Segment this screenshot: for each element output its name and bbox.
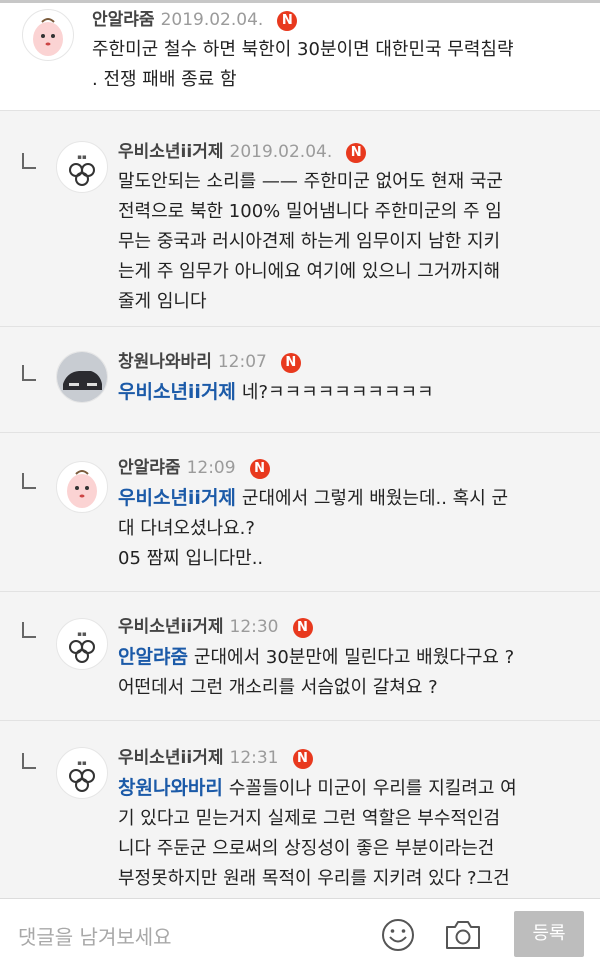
comment-meta: 안알랴줌 12:09 N: [118, 457, 270, 479]
comment-nickname[interactable]: 우비소년ii거제: [118, 142, 224, 162]
avatar[interactable]: [22, 9, 74, 61]
avatar[interactable]: ▪▪: [56, 747, 108, 799]
comment-text: 주한미군 철수 하면 북한이 30분이면 대한민국 무력침략 . 전쟁 패배 종…: [92, 39, 514, 90]
comment-time: 12:30: [229, 617, 279, 637]
reply-item: 안알랴줌 12:09 N 우비소년ii거제 군대에서 그렇게 배웠는데.. 혹시 군 …: [0, 433, 600, 591]
new-badge: N: [292, 749, 313, 769]
comment-time: 12:09: [186, 458, 236, 478]
emoji-button[interactable]: [378, 915, 418, 955]
reply-arrow-icon: [22, 753, 36, 769]
peach-character-avatar-icon: [67, 470, 97, 508]
comment-time: 2019.02.04.: [229, 142, 333, 162]
camera-button[interactable]: [442, 915, 484, 955]
comment-text: 우비소년ii거제 네?ㅋㅋㅋㅋㅋㅋㅋㅋㅋㅋ: [118, 377, 588, 408]
uvi-logo-avatar-icon: ▪▪: [69, 759, 95, 792]
reply-arrow-icon: [22, 622, 36, 638]
comment-meta: 안알랴줌 2019.02.04. N: [92, 9, 298, 31]
avatar[interactable]: [56, 351, 108, 403]
peach-character-avatar-icon: [33, 18, 63, 56]
comment-nickname[interactable]: 안알랴줌: [118, 458, 181, 478]
avatar[interactable]: [56, 461, 108, 513]
new-badge: N: [277, 11, 298, 31]
comment-item: 안알랴줌 2019.02.04. N 주한미군 철수 하면 북한이 30분이면 대한…: [0, 3, 600, 110]
reply-item: ▪▪ 우비소년ii거제 12:30 N 안알랴줌 군대에서 30분만에 밀린다고 배웠…: [0, 592, 600, 720]
avatar[interactable]: ▪▪: [56, 141, 108, 193]
submit-button[interactable]: 등록: [514, 911, 584, 957]
new-badge: N: [292, 618, 313, 638]
uvi-logo-avatar-icon: ▪▪: [69, 153, 95, 186]
new-badge: N: [249, 459, 270, 479]
comment-nickname[interactable]: 우비소년ii거제: [118, 617, 224, 637]
uvi-logo-avatar-icon: ▪▪: [69, 630, 95, 663]
car-photo-avatar-icon: [57, 352, 107, 402]
reply-item: ▪▪ 우비소년ii거제 12:31 N 창원나와바리 수꼴들이나 미군이 우리를 지킬…: [0, 721, 600, 898]
reply-arrow-icon: [22, 365, 36, 381]
comment-nickname[interactable]: 안알랴줌: [92, 10, 155, 30]
mention-link[interactable]: 안알랴줌: [118, 646, 188, 668]
mention-link[interactable]: 우비소년ii거제: [118, 487, 236, 509]
smiley-icon: [382, 919, 414, 951]
comment-input-bar: 댓글을 남겨보세요: [0, 898, 600, 971]
reply-item: 창원나와바리 12:07 N 우비소년ii거제 네?ㅋㅋㅋㅋㅋㅋㅋㅋㅋㅋ: [0, 327, 600, 432]
comment-meta: 창원나와바리 12:07 N: [118, 351, 301, 373]
comment-time: 2019.02.04.: [160, 10, 264, 30]
reply-arrow-icon: [22, 153, 36, 169]
comment-text: 안알랴줌 군대에서 30분만에 밀린다고 배웠다구요 ? 어떤데서 그런 개소리를…: [118, 642, 588, 703]
comment-meta: 우비소년ii거제 2019.02.04. N: [118, 141, 367, 163]
comment-meta: 우비소년ii거제 12:30 N: [118, 616, 313, 638]
comment-input[interactable]: 댓글을 남겨보세요: [18, 921, 172, 950]
comment-nickname[interactable]: 우비소년ii거제: [118, 748, 224, 768]
comment-text-content: 네?ㅋㅋㅋㅋㅋㅋㅋㅋㅋㅋ: [241, 382, 434, 403]
svg-text:▪▪: ▪▪: [77, 759, 87, 767]
mention-link[interactable]: 우비소년ii거제: [118, 381, 236, 403]
camera-icon: [446, 921, 480, 949]
comment-text: 우비소년ii거제 군대에서 그렇게 배웠는데.. 혹시 군 대 다녀오셨나요.? …: [118, 483, 588, 574]
new-badge: N: [346, 143, 367, 163]
avatar[interactable]: ▪▪: [56, 618, 108, 670]
comment-text: 창원나와바리 수꼴들이나 미군이 우리를 지킬려고 여 기 있다고 믿는거지 실제…: [118, 773, 588, 898]
comment-time: 12:31: [229, 748, 279, 768]
mention-link[interactable]: 창원나와바리: [118, 777, 223, 799]
comment-meta: 우비소년ii거제 12:31 N: [118, 747, 313, 769]
svg-text:▪▪: ▪▪: [77, 630, 87, 638]
svg-text:▪▪: ▪▪: [77, 153, 87, 161]
comment-time: 12:07: [217, 352, 267, 372]
comment-text: 말도안되는 소리를 —— 주한미군 없어도 현재 국군 전력으로 북한 100%…: [118, 171, 503, 312]
comment-nickname[interactable]: 창원나와바리: [118, 352, 212, 372]
reply-arrow-icon: [22, 473, 36, 489]
new-badge: N: [280, 353, 301, 373]
reply-item: ▪▪ 우비소년ii거제 2019.02.04. N 말도안되는 소리를 —— 주한미…: [0, 111, 600, 326]
